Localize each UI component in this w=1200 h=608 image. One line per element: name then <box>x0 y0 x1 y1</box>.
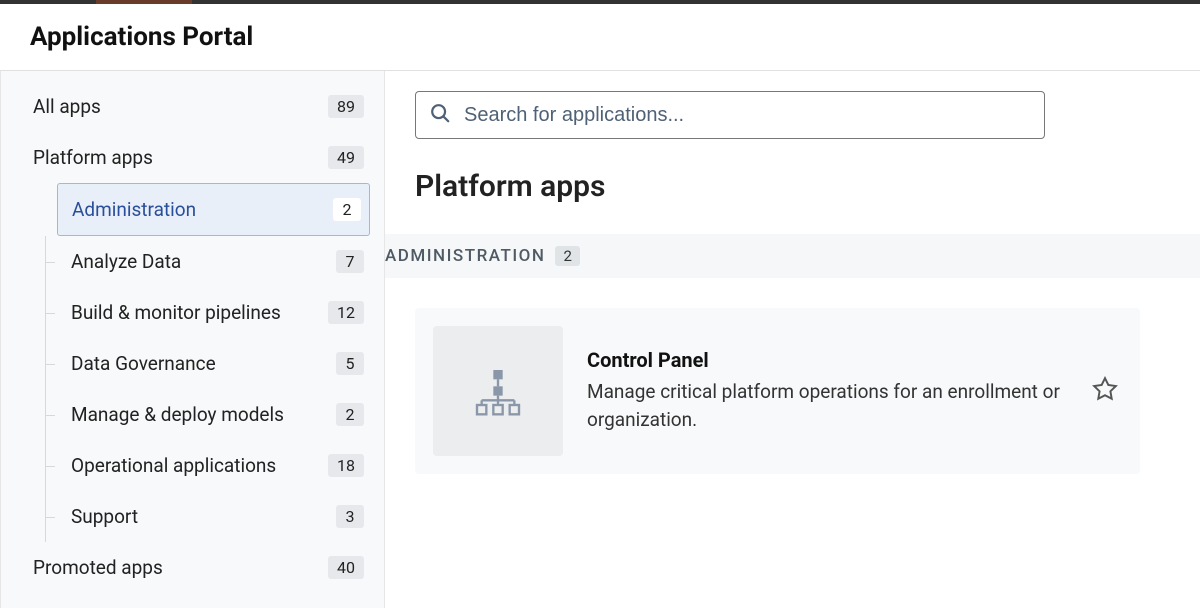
sidebar-item-operational-applications[interactable]: Operational applications18 <box>1 440 384 491</box>
sidebar-item-count: 3 <box>336 505 364 528</box>
star-icon[interactable] <box>1088 372 1122 410</box>
sidebar-item-label: Manage & deploy models <box>71 403 336 426</box>
sidebar-item-manage-deploy-models[interactable]: Manage & deploy models2 <box>1 389 384 440</box>
sidebar-item-label: Platform apps <box>33 146 328 169</box>
sidebar-item-build-monitor-pipelines[interactable]: Build & monitor pipelines12 <box>1 287 384 338</box>
sidebar-item-count: 18 <box>328 454 364 477</box>
search-input[interactable] <box>415 91 1045 139</box>
app-card-body: Control Panel Manage critical platform op… <box>587 348 1064 433</box>
search-wrapper <box>415 91 1045 139</box>
sidebar-item-label: Analyze Data <box>71 250 336 273</box>
sidebar-item-count: 2 <box>336 403 364 426</box>
sidebar-item-all-apps[interactable]: All apps89 <box>1 81 384 132</box>
app-card[interactable]: Control Panel Manage critical platform op… <box>415 308 1140 474</box>
sidebar-item-count: 40 <box>328 556 364 579</box>
sidebar-item-platform-apps[interactable]: Platform apps49 <box>1 132 384 183</box>
sidebar-item-label: Support <box>71 505 336 528</box>
sidebar-item-label: Operational applications <box>71 454 328 477</box>
app-description: Manage critical platform operations for … <box>587 378 1064 433</box>
sidebar-item-count: 89 <box>328 95 364 118</box>
sidebar-item-label: Data Governance <box>71 352 336 375</box>
org-chart-icon <box>433 326 563 456</box>
sidebar-item-count: 2 <box>333 198 361 221</box>
sidebar-item-count: 49 <box>328 146 364 169</box>
sidebar-item-label: Promoted apps <box>33 556 328 579</box>
sidebar-item-count: 5 <box>336 352 364 375</box>
search-icon <box>429 102 451 128</box>
sidebar-item-support[interactable]: Support3 <box>1 491 384 542</box>
sidebar-item-label: Administration <box>72 198 333 221</box>
sidebar-item-label: Build & monitor pipelines <box>71 301 328 324</box>
app-title: Control Panel <box>587 348 1064 372</box>
sidebar-item-analyze-data[interactable]: Analyze Data7 <box>1 236 384 287</box>
page-header-title: Applications Portal <box>30 22 1170 52</box>
section-title: ADMINISTRATION <box>385 246 545 266</box>
section-count-badge: 2 <box>555 246 579 266</box>
page-header: Applications Portal <box>0 4 1200 71</box>
page-title: Platform apps <box>415 169 1170 204</box>
sidebar-item-data-governance[interactable]: Data Governance5 <box>1 338 384 389</box>
sidebar-item-promoted-apps[interactable]: Promoted apps40 <box>1 542 384 593</box>
section-header: ADMINISTRATION 2 <box>385 234 1200 278</box>
sidebar-item-administration[interactable]: Administration2 <box>57 183 370 236</box>
main-content: Platform apps ADMINISTRATION 2 Control P… <box>385 71 1200 608</box>
sidebar-item-count: 12 <box>328 301 364 324</box>
sidebar-item-label: All apps <box>33 95 328 118</box>
sidebar: All apps89Platform apps49Administration2… <box>1 71 385 608</box>
sidebar-item-count: 7 <box>336 250 364 273</box>
